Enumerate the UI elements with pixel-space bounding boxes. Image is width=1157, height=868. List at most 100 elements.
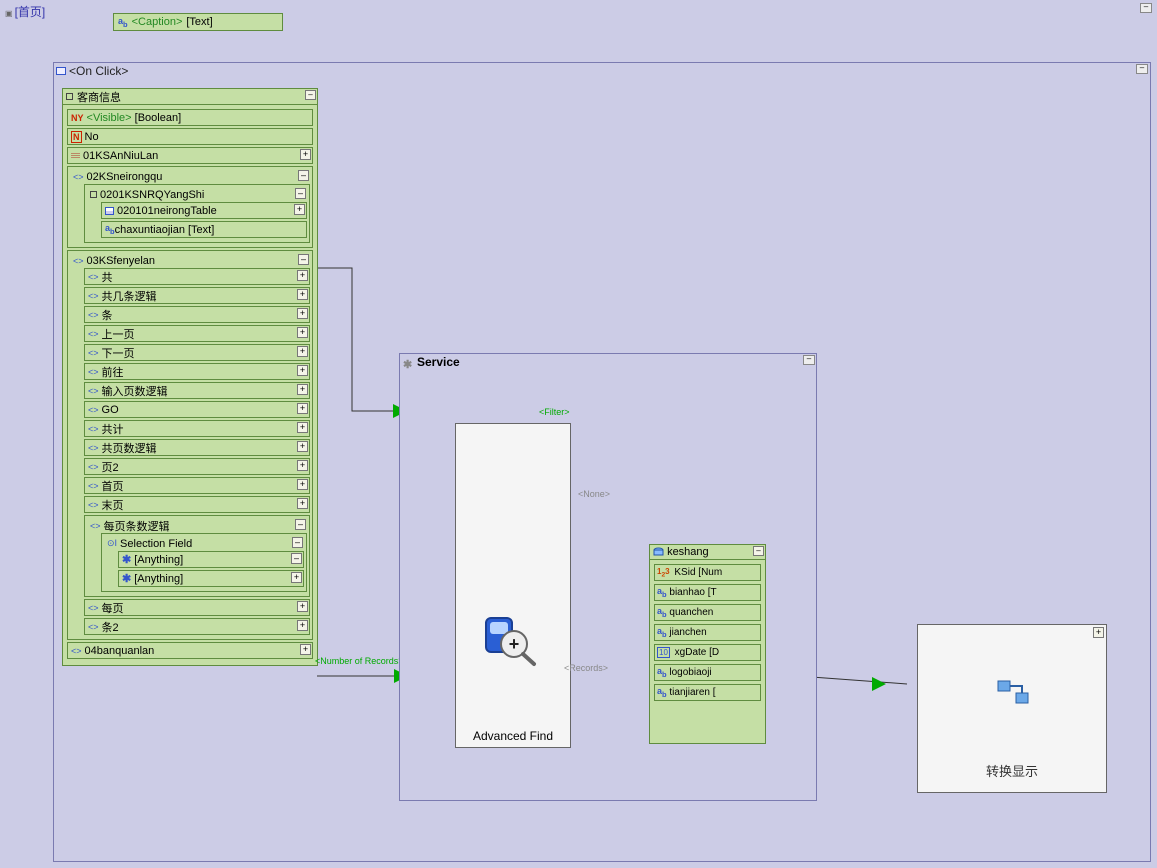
records-label: <Records>: [564, 663, 608, 673]
expand-button[interactable]: +: [297, 422, 308, 433]
convert-expand-button[interactable]: +: [1093, 627, 1104, 638]
element-icon: <>: [71, 646, 82, 656]
panel-icon: [66, 93, 73, 100]
expand-button[interactable]: +: [297, 498, 308, 509]
expand-button[interactable]: +: [291, 572, 302, 583]
expand-button[interactable]: +: [297, 620, 308, 631]
list-item[interactable]: <>条2+: [84, 618, 310, 635]
boolean-icon: NY: [71, 113, 84, 123]
element-icon: <>: [88, 291, 99, 301]
expand-button[interactable]: +: [297, 289, 308, 300]
collapse-button[interactable]: –: [295, 519, 306, 530]
collapse-button[interactable]: –: [298, 254, 309, 265]
service-header[interactable]: Service: [400, 354, 816, 370]
expand-button[interactable]: +: [297, 270, 308, 281]
list-item[interactable]: <>GO+: [84, 401, 310, 418]
group-0201: 0201KSNRQYangShi – 020101neirongTable +: [84, 184, 310, 243]
list-item[interactable]: <>下一页+: [84, 344, 310, 361]
group-03: <> 03KSfenyelan – <>共+ <>共几条逻辑+ <>条+ <>上一页+…: [67, 250, 313, 640]
field-row[interactable]: ab jianchen: [654, 624, 761, 641]
any-icon: ✱: [122, 572, 131, 585]
list-item[interactable]: <>共几条逻辑+: [84, 287, 310, 304]
expand-button[interactable]: +: [297, 601, 308, 612]
element-icon: <>: [88, 500, 99, 510]
row-chaxun[interactable]: ab chaxuntiaojian [Text]: [101, 221, 307, 238]
number-icon: 123: [657, 567, 670, 579]
text-type-icon: ab: [657, 606, 667, 619]
group-02-header[interactable]: <> 02KSneirongqu –: [70, 169, 310, 184]
text-type-icon: ab: [657, 626, 667, 639]
element-icon: <>: [88, 329, 99, 339]
list-item[interactable]: <>前往+: [84, 363, 310, 380]
list-item[interactable]: <>共计+: [84, 420, 310, 437]
list-item[interactable]: <>页2+: [84, 458, 310, 475]
list-item[interactable]: <>共页数逻辑+: [84, 439, 310, 456]
expand-button[interactable]: +: [297, 403, 308, 414]
expand-button[interactable]: +: [297, 308, 308, 319]
list-item[interactable]: <>输入页数逻辑+: [84, 382, 310, 399]
field-row[interactable]: 123 KSid [Num: [654, 564, 761, 581]
service-collapse-button[interactable]: –: [803, 355, 815, 365]
advanced-find-node[interactable]: + Advanced Find: [455, 423, 571, 748]
filter-label: <Filter>: [539, 407, 570, 417]
selection-header[interactable]: ⊙ISelection Field–: [104, 536, 304, 551]
expand-button[interactable]: +: [300, 149, 311, 160]
expand-button[interactable]: +: [297, 365, 308, 376]
element-icon: <>: [88, 405, 99, 415]
expand-button[interactable]: +: [300, 644, 311, 655]
collapse-button[interactable]: –: [298, 170, 309, 181]
field-row[interactable]: ab quanchen: [654, 604, 761, 621]
onclick-collapse-button[interactable]: –: [1136, 64, 1148, 74]
group-02: <> 02KSneirongqu – 0201KSNRQYangShi –: [67, 166, 313, 248]
element-icon: <>: [88, 367, 99, 377]
field-row[interactable]: ab logobiaoji: [654, 664, 761, 681]
onclick-header: <On Click>: [54, 63, 1150, 79]
expand-button[interactable]: +: [294, 204, 305, 215]
tree-body: NY <Visible> [Boolean] N No 01KSAnNiuLan…: [63, 105, 317, 665]
expand-button[interactable]: +: [297, 479, 308, 490]
keshang-collapse-button[interactable]: –: [753, 546, 764, 556]
caption-box[interactable]: ab <Caption> [Text]: [113, 13, 283, 31]
expand-button[interactable]: +: [297, 460, 308, 471]
list-item[interactable]: <>每页+: [84, 599, 310, 616]
tree-header[interactable]: 客商信息 –: [63, 89, 317, 105]
panel-icon: [90, 191, 97, 198]
expand-button[interactable]: +: [297, 384, 308, 395]
numrecords-label: <Number of Records>: [315, 656, 404, 666]
tree-collapse-button[interactable]: –: [305, 90, 316, 100]
no-row[interactable]: N No: [67, 128, 313, 145]
keshang-body: 123 KSid [Num ab bianhao [T ab quanchen ab …: [650, 560, 765, 708]
list-item[interactable]: <>共+: [84, 268, 310, 285]
page-collapse-button[interactable]: –: [1140, 3, 1152, 13]
list-item[interactable]: <>上一页+: [84, 325, 310, 342]
field-row[interactable]: ab bianhao [T: [654, 584, 761, 601]
row-020101[interactable]: 020101neirongTable +: [101, 202, 307, 219]
collapse-button[interactable]: –: [295, 188, 306, 199]
page-root-label: ▣[首页]: [5, 3, 45, 20]
convert-node[interactable]: + 转换显示: [917, 624, 1107, 793]
value-row[interactable]: ✱ [Anything]–: [118, 551, 304, 568]
keshang-header[interactable]: keshang –: [650, 545, 765, 560]
options-row[interactable]: ✱ [Anything]+: [118, 570, 304, 587]
element-icon: <>: [88, 622, 99, 632]
expand-button[interactable]: +: [297, 346, 308, 357]
list-item[interactable]: <>首页+: [84, 477, 310, 494]
each-header[interactable]: <>每页条数逻辑–: [87, 518, 307, 533]
field-row[interactable]: 10 xgDate [D: [654, 644, 761, 661]
group-03-header[interactable]: <> 03KSfenyelan –: [70, 253, 310, 268]
expand-button[interactable]: +: [297, 441, 308, 452]
expand-button[interactable]: +: [297, 327, 308, 338]
row-01[interactable]: 01KSAnNiuLan +: [67, 147, 313, 164]
any-icon: ✱: [122, 553, 131, 566]
row-04[interactable]: <> 04banquanlan +: [67, 642, 313, 659]
field-row[interactable]: ab tianjiaren [: [654, 684, 761, 701]
list-item[interactable]: <>条+: [84, 306, 310, 323]
list-item[interactable]: <>末页+: [84, 496, 310, 513]
element-icon: <>: [88, 481, 99, 491]
text-type-icon: ab: [657, 666, 667, 679]
collapse-button[interactable]: –: [292, 537, 303, 548]
group-0201-header[interactable]: 0201KSNRQYangShi –: [87, 187, 307, 202]
visible-row[interactable]: NY <Visible> [Boolean]: [67, 109, 313, 126]
expand-button[interactable]: –: [291, 553, 302, 564]
element-icon: <>: [88, 603, 99, 613]
